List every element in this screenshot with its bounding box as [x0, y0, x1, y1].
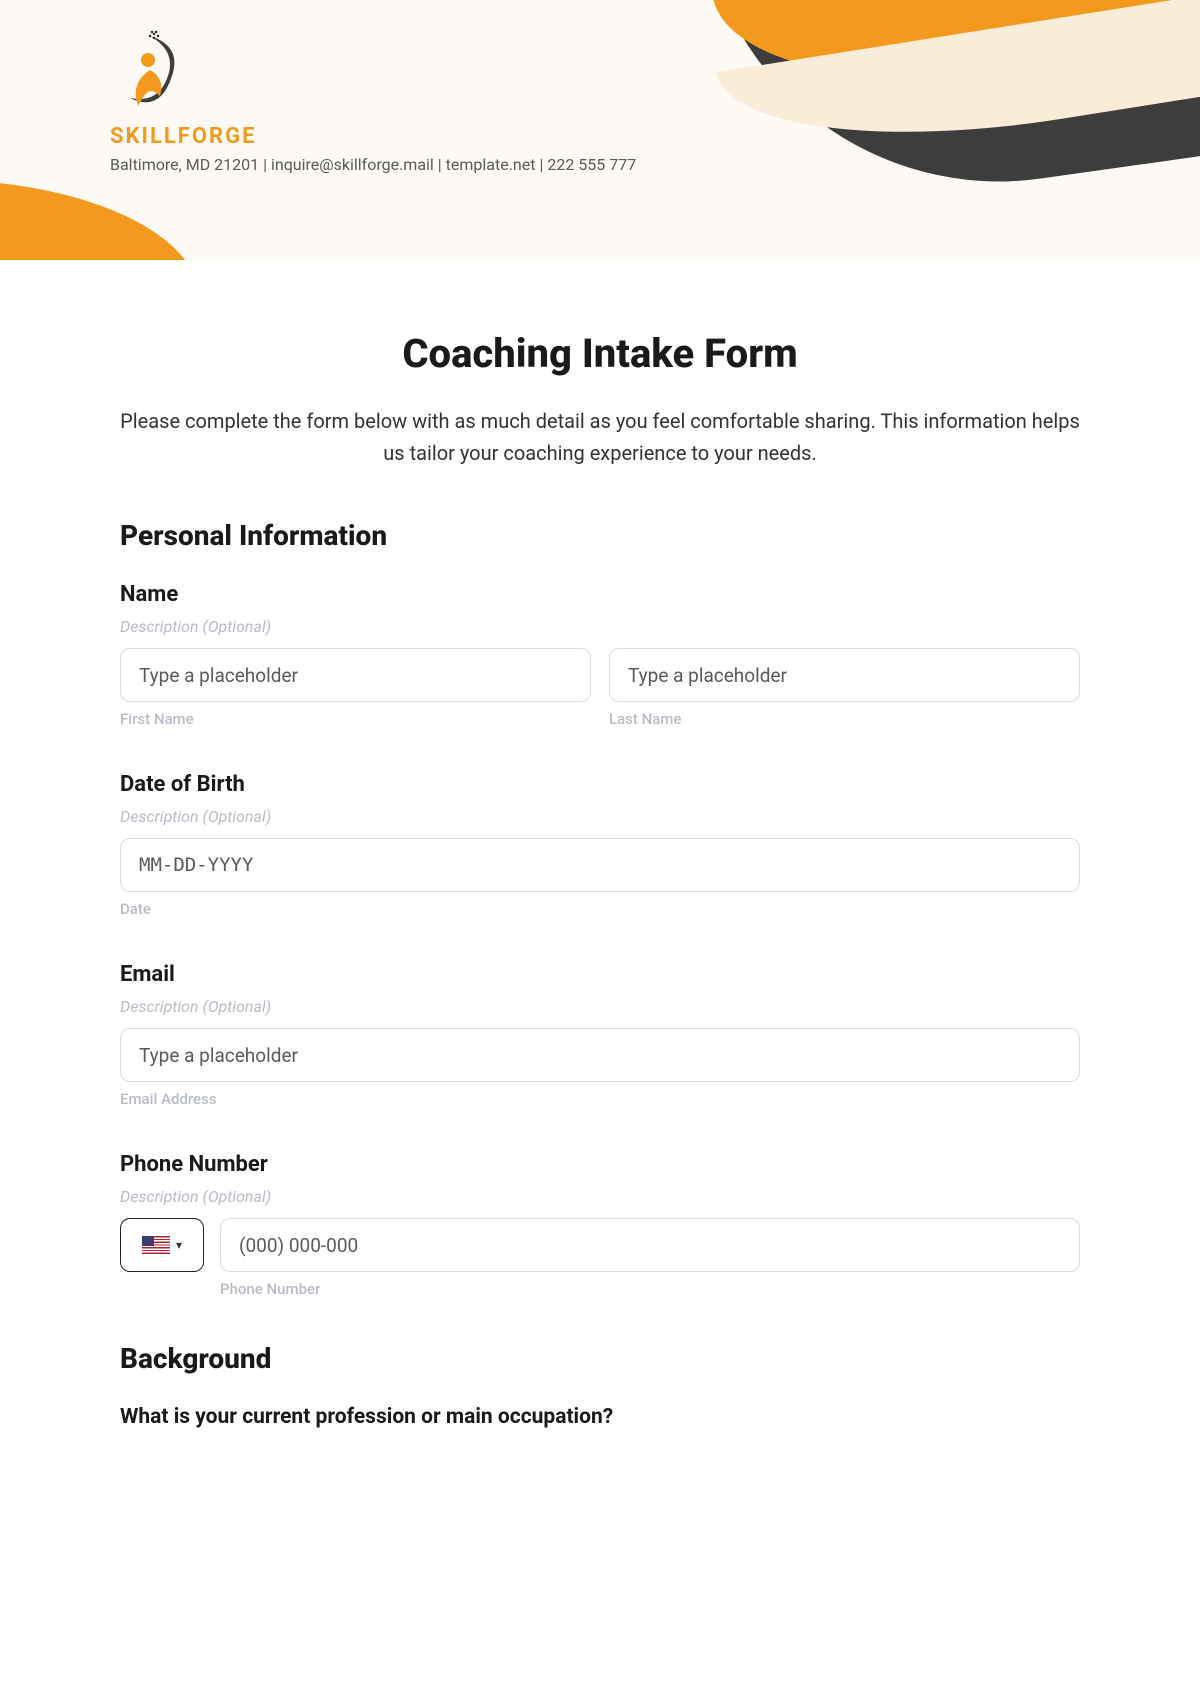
- field-name: Name Description (Optional) First Name L…: [120, 582, 1080, 728]
- brand-block: SKILLFORGE Baltimore, MD 21201 | inquire…: [110, 28, 636, 174]
- section-personal-title: Personal Information: [120, 519, 1080, 552]
- email-label: Email: [120, 962, 1080, 987]
- field-email: Email Description (Optional) Email Addre…: [120, 962, 1080, 1108]
- dob-input[interactable]: [120, 838, 1080, 892]
- field-dob: Date of Birth Description (Optional) Dat…: [120, 772, 1080, 918]
- header-banner: SKILLFORGE Baltimore, MD 21201 | inquire…: [0, 0, 1200, 260]
- email-sublabel: Email Address: [120, 1090, 1080, 1108]
- chevron-down-icon: ▾: [176, 1238, 182, 1252]
- first-name-input[interactable]: [120, 648, 591, 702]
- brand-contact-line: Baltimore, MD 21201 | inquire@skillforge…: [110, 155, 636, 174]
- phone-input[interactable]: [220, 1218, 1080, 1272]
- name-desc: Description (Optional): [120, 617, 1080, 636]
- brand-logo-icon: [110, 28, 190, 118]
- background-q1: What is your current profession or main …: [120, 1405, 1080, 1429]
- last-name-input[interactable]: [609, 648, 1080, 702]
- last-name-sublabel: Last Name: [609, 710, 1080, 728]
- brand-name: SKILLFORGE: [110, 124, 636, 149]
- field-phone: Phone Number Description (Optional) ▾ Ph…: [120, 1152, 1080, 1298]
- dob-label: Date of Birth: [120, 772, 1080, 797]
- name-label: Name: [120, 582, 1080, 607]
- decor-wave-bottom-left: [0, 180, 200, 260]
- form-intro-text: Please complete the form below with as m…: [120, 405, 1080, 469]
- us-flag-icon: [142, 1236, 170, 1254]
- phone-desc: Description (Optional): [120, 1187, 1080, 1206]
- dob-desc: Description (Optional): [120, 807, 1080, 826]
- dob-sublabel: Date: [120, 900, 1080, 918]
- page-title: Coaching Intake Form: [120, 330, 1080, 377]
- email-input[interactable]: [120, 1028, 1080, 1082]
- phone-label: Phone Number: [120, 1152, 1080, 1177]
- section-background-title: Background: [120, 1342, 1080, 1375]
- country-code-select[interactable]: ▾: [120, 1218, 204, 1272]
- first-name-sublabel: First Name: [120, 710, 591, 728]
- form-content: Coaching Intake Form Please complete the…: [0, 260, 1200, 1469]
- phone-sublabel: Phone Number: [220, 1280, 1080, 1298]
- email-desc: Description (Optional): [120, 997, 1080, 1016]
